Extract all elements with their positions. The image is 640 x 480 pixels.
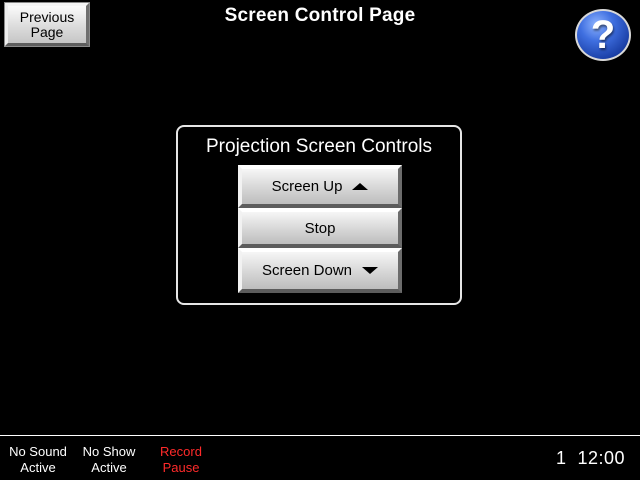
- projection-screen-panel: Projection Screen Controls Screen Up Sto…: [176, 125, 462, 305]
- screen-up-button[interactable]: Screen Up: [238, 165, 402, 208]
- stop-label: Stop: [304, 219, 336, 237]
- sound-status-line1: No Sound: [9, 444, 67, 459]
- screen-up-label: Screen Up: [271, 178, 343, 195]
- clock-text: 1 12:00: [556, 448, 626, 468]
- help-button[interactable]: ?: [575, 9, 631, 61]
- record-status-line2: Pause: [162, 460, 200, 475]
- show-status-line1: No Show: [82, 444, 136, 459]
- show-status: No Show Active: [80, 444, 138, 476]
- sound-status-line2: Active: [20, 460, 56, 475]
- record-status-line1: Record: [160, 444, 202, 459]
- stop-button[interactable]: Stop: [238, 208, 402, 248]
- question-mark-icon: ?: [590, 13, 616, 57]
- page-title: Screen Control Page: [224, 5, 416, 26]
- show-status-line2: Active: [91, 460, 127, 475]
- screen-down-label: Screen Down: [261, 262, 353, 279]
- triangle-up-icon: [352, 183, 369, 190]
- sound-status: No Sound Active: [5, 444, 71, 476]
- panel-title: Projection Screen Controls: [206, 136, 432, 157]
- record-status: Record Pause: [153, 444, 209, 476]
- clock-display: 1 12:00: [556, 448, 625, 469]
- screen-down-button[interactable]: Screen Down: [238, 248, 402, 293]
- triangle-down-icon: [362, 267, 379, 274]
- status-divider: [0, 435, 640, 436]
